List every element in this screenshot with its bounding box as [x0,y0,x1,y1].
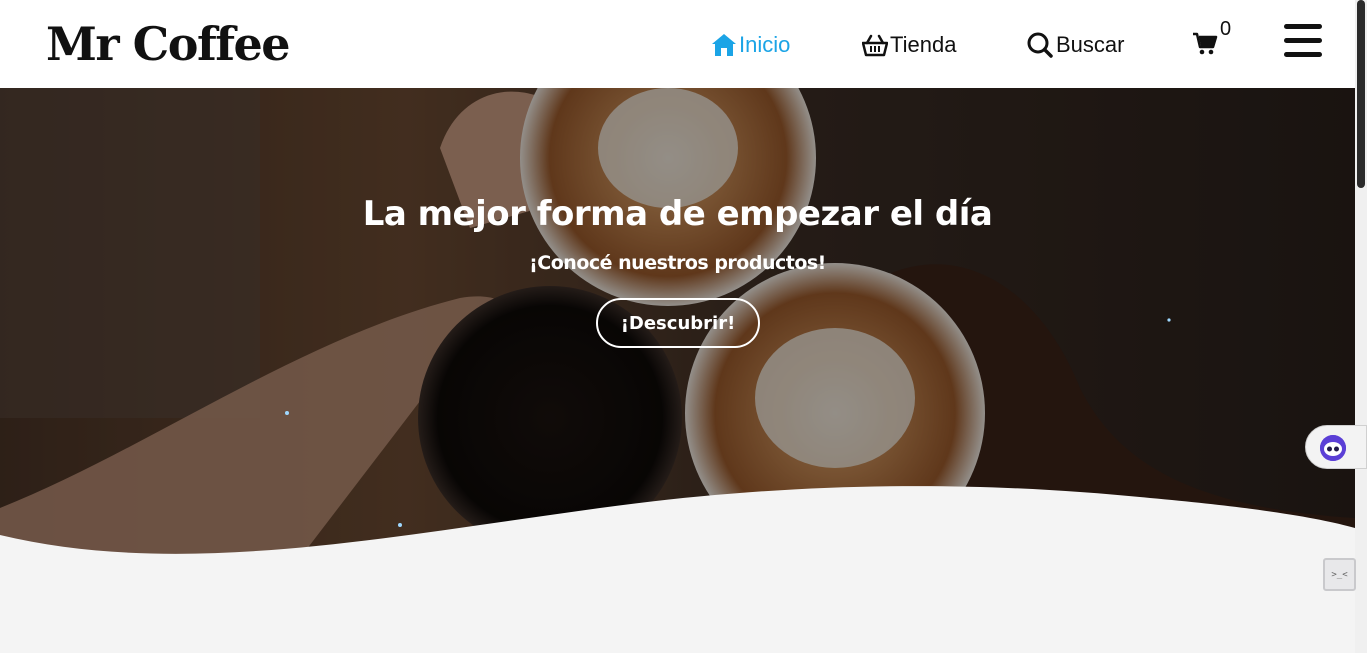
cart-button[interactable]: 0 [1192,18,1236,60]
discover-button[interactable]: ¡Descubrir! [596,298,760,348]
cart-count-badge: 0 [1220,18,1232,40]
hero-subtitle: ¡Conocé nuestros productos! [529,252,826,274]
assistant-widget-button[interactable] [1305,425,1367,469]
nav-item-buscar[interactable]: Buscar [1026,30,1124,60]
nav-item-label: Inicio [739,32,791,57]
site-header: Mr Coffee Inicio Tienda Buscar 0 [0,0,1355,88]
assistant-face-icon [1320,435,1346,461]
search-icon [1026,32,1054,58]
hamburger-icon [1284,24,1322,29]
page-scrollbar[interactable] [1355,0,1367,653]
cart-icon [1192,32,1218,60]
console-toggle-button[interactable]: >_< [1323,558,1356,591]
nav-item-label: Tienda [890,32,957,57]
hero-section: La mejor forma de empezar el día ¡Conocé… [0,88,1355,558]
scrollbar-thumb[interactable] [1357,0,1365,188]
home-icon [711,33,737,57]
basket-icon [862,33,888,57]
nav-item-label: Buscar [1056,32,1125,57]
hero-title: La mejor forma de empezar el día [362,194,993,234]
hamburger-menu-button[interactable] [1284,24,1324,60]
nav-item-inicio[interactable]: Inicio [711,30,790,60]
nav-item-tienda[interactable]: Tienda [862,30,956,60]
site-logo[interactable]: Mr Coffee [46,14,291,74]
console-icon: >_< [1331,569,1348,580]
